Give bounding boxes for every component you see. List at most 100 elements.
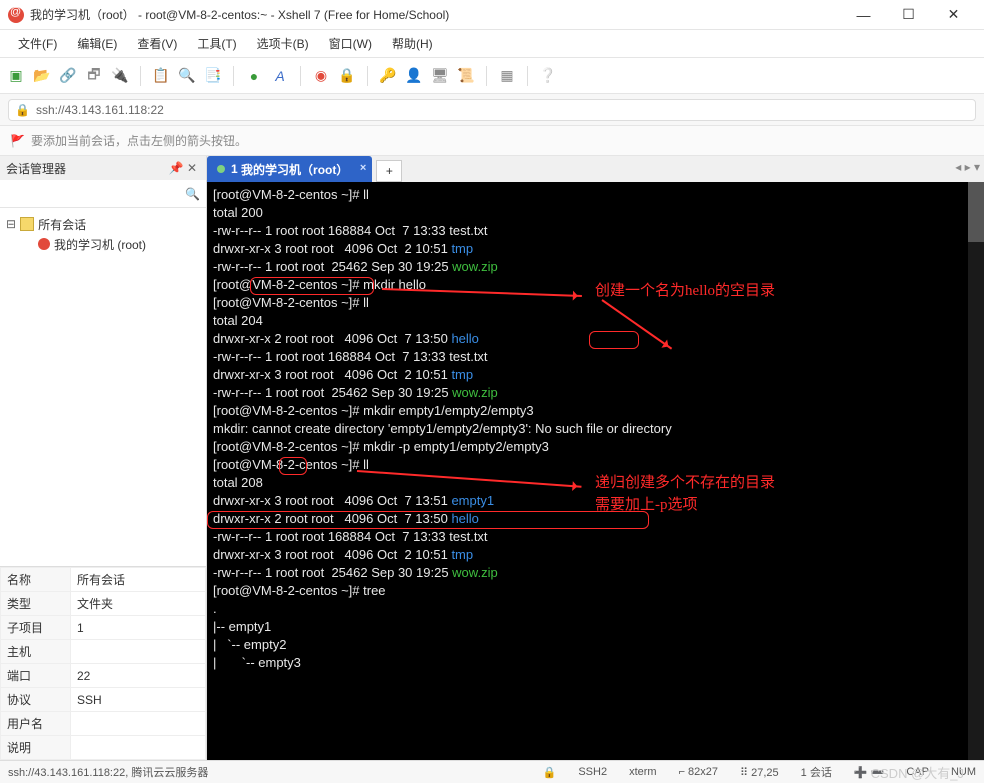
- tab-index: 1: [231, 162, 238, 176]
- annotation-text: 递归创建多个不存在的目录: [595, 474, 775, 492]
- minimize-button[interactable]: —: [841, 0, 886, 30]
- highlight-box: [279, 457, 307, 475]
- lock-icon[interactable]: 🔒: [339, 68, 355, 84]
- menu-tabs[interactable]: 选项卡(B): [249, 33, 317, 54]
- grid-icon[interactable]: ▦: [499, 68, 515, 84]
- status-pos: ⠿ 27,25: [740, 766, 779, 779]
- status-sessions: 1 会话: [801, 764, 832, 780]
- pin-icon[interactable]: 📌: [168, 160, 184, 176]
- toolbar: ▣ 📂 🔗 🗗 🔌 📋 🔍 📑 ● A ◉ 🔒 🔑 👤 🖥 📜 ▦ ❔: [0, 58, 984, 94]
- menu-file[interactable]: 文件(F): [10, 33, 65, 54]
- sidebar-search[interactable]: 🔍: [0, 180, 206, 208]
- tree-session-item[interactable]: 我的学习机 (root): [6, 234, 200, 254]
- tab-label: 我的学习机（root）: [241, 161, 348, 178]
- close-button[interactable]: ✕: [931, 0, 976, 30]
- watermark: CSDN @大有_J: [871, 763, 964, 782]
- prop-host-label: 主机: [1, 640, 71, 664]
- window-title: 我的学习机（root） - root@VM-8-2-centos:~ - Xsh…: [30, 6, 841, 23]
- properties-panel: 名称所有会话 类型文件夹 子项目1 主机 端口22 协议SSH 用户名 说明: [0, 566, 206, 760]
- search-icon: 🔍: [185, 187, 200, 201]
- copy-icon[interactable]: 📋: [153, 68, 169, 84]
- addressbar: 🔒 ssh://43.143.161.118:22: [0, 94, 984, 126]
- annotation-text: 需要加上-p选项: [595, 496, 698, 514]
- content-area: 1 我的学习机（root） × + ◂ ▸ ▾ [root@VM-8-2-cen…: [207, 156, 984, 760]
- x-icon[interactable]: ◉: [313, 68, 329, 84]
- prop-note-value: [71, 736, 206, 760]
- host-icon[interactable]: 🖥: [432, 68, 448, 84]
- script-icon[interactable]: 📜: [458, 68, 474, 84]
- tab-nav-icons[interactable]: ◂ ▸ ▾: [955, 160, 980, 174]
- toolbar-sep2: [233, 66, 234, 86]
- prop-subitems-value: 1: [71, 616, 206, 640]
- lock-icon: 🔒: [15, 103, 30, 117]
- tab-active[interactable]: 1 我的学习机（root） ×: [207, 156, 372, 182]
- tree-root-label: 所有会话: [38, 216, 86, 233]
- dup-icon[interactable]: 🗗: [86, 68, 102, 84]
- status-protocol: SSH2: [578, 766, 607, 778]
- disconnect-icon[interactable]: 🔌: [112, 68, 128, 84]
- toolbar-sep4: [367, 66, 368, 86]
- highlight-box: [589, 331, 639, 349]
- menu-help[interactable]: 帮助(H): [384, 33, 441, 54]
- menu-tools[interactable]: 工具(T): [189, 33, 244, 54]
- font-icon[interactable]: A: [272, 68, 288, 84]
- terminal-scrollbar[interactable]: [968, 182, 984, 760]
- sidebar-title: 会话管理器: [6, 160, 66, 177]
- status-connection: ssh://43.143.161.118:22, 腾讯云云服务器: [8, 764, 208, 780]
- toolbar-sep: [140, 66, 141, 86]
- status-term: xterm: [629, 766, 657, 778]
- menu-window[interactable]: 窗口(W): [321, 33, 380, 54]
- prop-user-label: 用户名: [1, 712, 71, 736]
- tab-bar: 1 我的学习机（root） × + ◂ ▸ ▾: [207, 156, 984, 182]
- tree-root[interactable]: ⊟ 所有会话: [6, 214, 200, 234]
- prop-port-label: 端口: [1, 664, 71, 688]
- status-size: ⌐ 82x27: [679, 766, 718, 778]
- prop-protocol-label: 协议: [1, 688, 71, 712]
- open-icon[interactable]: 📂: [34, 68, 50, 84]
- notice-bar: 🚩 要添加当前会话，点击左侧的箭头按钮。: [0, 126, 984, 156]
- color-icon[interactable]: ●: [246, 68, 262, 84]
- maximize-button[interactable]: ☐: [886, 0, 931, 30]
- lock-icon: 🔒: [543, 766, 557, 779]
- menu-edit[interactable]: 编辑(E): [69, 33, 125, 54]
- folder-icon: [20, 217, 34, 231]
- prop-type-label: 类型: [1, 592, 71, 616]
- tab-close-icon[interactable]: ×: [360, 162, 366, 174]
- prop-protocol-value: SSH: [71, 688, 206, 712]
- menubar: 文件(F) 编辑(E) 查看(V) 工具(T) 选项卡(B) 窗口(W) 帮助(…: [0, 30, 984, 58]
- help-icon[interactable]: ❔: [540, 68, 556, 84]
- toolbar-sep5: [486, 66, 487, 86]
- tree-session-label: 我的学习机 (root): [54, 236, 146, 253]
- prop-type-value: 文件夹: [71, 592, 206, 616]
- prop-user-value: [71, 712, 206, 736]
- sidebar-header: 会话管理器 📌 ✕: [0, 156, 206, 180]
- session-tree: ⊟ 所有会话 我的学习机 (root): [0, 208, 206, 566]
- prop-name-label: 名称: [1, 568, 71, 592]
- new-session-icon[interactable]: ▣: [8, 68, 24, 84]
- highlight-box: [207, 511, 649, 529]
- session-icon: [38, 238, 50, 250]
- titlebar: 我的学习机（root） - root@VM-8-2-centos:~ - Xsh…: [0, 0, 984, 30]
- app-icon: [8, 7, 24, 23]
- user-icon[interactable]: 👤: [406, 68, 422, 84]
- highlight-box: [250, 277, 374, 295]
- statusbar: ssh://43.143.161.118:22, 腾讯云云服务器 🔒 SSH2 …: [0, 760, 984, 783]
- annotation-text: 创建一个名为hello的空目录: [595, 282, 775, 300]
- sidebar-close-icon[interactable]: ✕: [184, 160, 200, 176]
- address-text: ssh://43.143.161.118:22: [36, 103, 164, 117]
- key-icon[interactable]: 🔑: [380, 68, 396, 84]
- search-icon[interactable]: 🔍: [179, 68, 195, 84]
- notice-text: 要添加当前会话，点击左侧的箭头按钮。: [31, 132, 247, 149]
- tab-add-button[interactable]: +: [376, 160, 402, 182]
- address-input[interactable]: 🔒 ssh://43.143.161.118:22: [8, 99, 976, 121]
- status-dot-icon: [217, 165, 225, 173]
- prop-name-value: 所有会话: [71, 568, 206, 592]
- toolbar-sep6: [527, 66, 528, 86]
- terminal[interactable]: [root@VM-8-2-centos ~]# ll total 200 -rw…: [207, 182, 984, 760]
- prop-note-label: 说明: [1, 736, 71, 760]
- toolbar-sep3: [300, 66, 301, 86]
- properties-icon[interactable]: 📑: [205, 68, 221, 84]
- menu-view[interactable]: 查看(V): [129, 33, 185, 54]
- flag-icon: 🚩: [10, 134, 25, 148]
- reconnect-icon[interactable]: 🔗: [60, 68, 76, 84]
